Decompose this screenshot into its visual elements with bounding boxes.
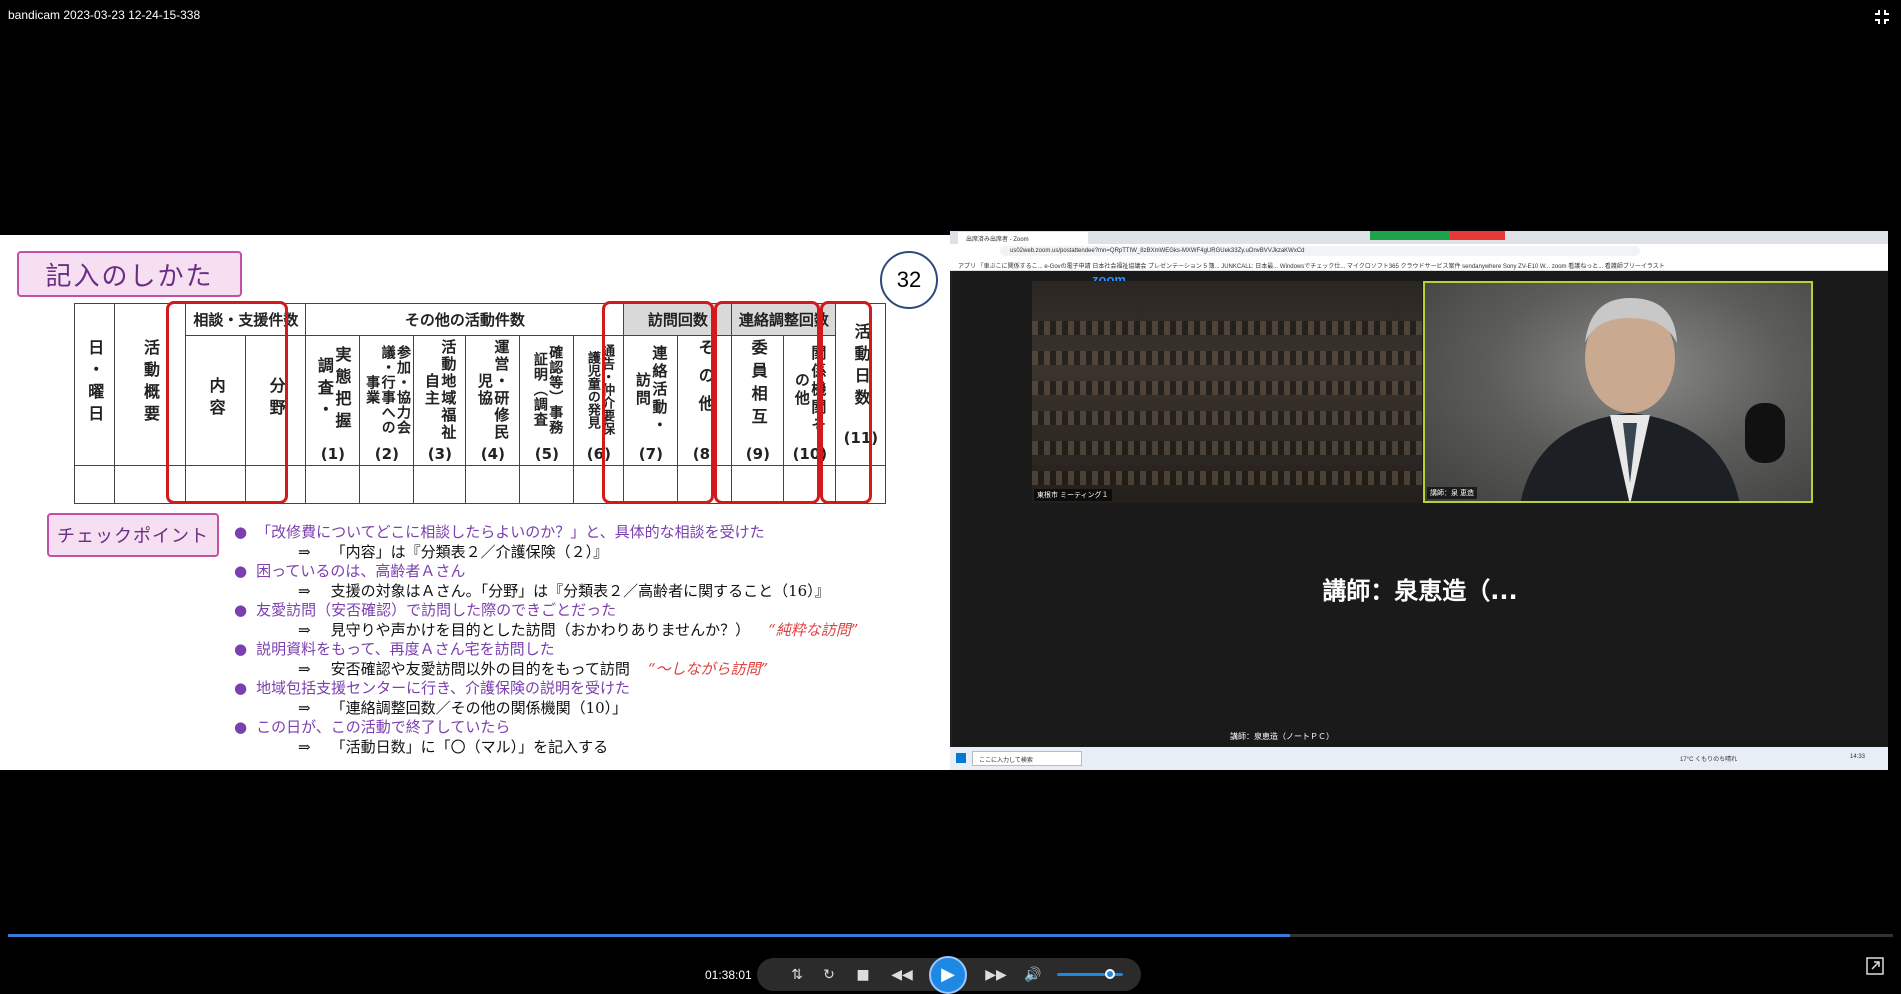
taskbar-search-input[interactable]: ここに入力して検索 [972, 751, 1082, 766]
col-5: 確認等）事務証明（調査 (5) [519, 335, 575, 466]
slide-page-number: 32 [880, 251, 938, 309]
browser-address-bar: us02web.zoom.us/postattendee?mn=QRpTTIW_… [950, 244, 1888, 258]
check-question: 地域包括支援センターに行き、介護保険の説明を受けた [234, 679, 858, 699]
seek-bar[interactable] [8, 934, 1893, 937]
check-answer: ⇒ 支援の対象はＡさん。「分野」は『分類表２／高齢者に関すること（16）』 [298, 581, 830, 600]
video-tile-label: 東根市 ミーティング１ [1034, 489, 1112, 501]
active-speaker-name: 講師：泉恵造（... [1322, 577, 1518, 605]
window-title: bandicam 2023-03-23 12-24-15-338 [8, 8, 201, 22]
highlight-visit [602, 301, 714, 504]
speaker-silhouette [1520, 298, 1785, 501]
check-question: この日が、この活動で終了していたら [234, 718, 858, 738]
checkpoint-list: 「改修費についてどこに相談したらよいのか？」と、具体的な相談を受けた ⇒「内容」… [234, 523, 858, 757]
presentation-slide: 記入のしかた 32 日・曜日 活動概要 相談・支援件数 その他の活動件数 訪問回… [0, 235, 950, 770]
check-answer: ⇒ 「連絡調整回数／その他の関係機関（10）」 [298, 698, 628, 717]
col-2: 参加・協力会議・行事への事業 (2) [359, 335, 415, 466]
browser-tab-zoom[interactable]: 出席済み出席者 - Zoom [958, 232, 1088, 244]
player-controls: ⇅ ↻ ■ ◀◀ ▶ ▶▶ 🔊 [757, 956, 1141, 994]
ab-repeat-icon[interactable]: ⇅ [787, 965, 807, 985]
volume-slider-knob[interactable] [1104, 969, 1115, 979]
check-answer: ⇒ 「内容」は『分類表２／介護保険（２）』 [298, 542, 609, 561]
volume-icon[interactable]: 🔊 [1023, 965, 1043, 985]
browser-tab-bar: 出席済み出席者 - Zoom [950, 231, 1888, 244]
windows-start-icon[interactable] [956, 753, 966, 763]
stop-share-button[interactable] [1450, 231, 1505, 240]
play-icon[interactable]: ▶ [929, 956, 967, 994]
expand-icon[interactable] [1866, 957, 1884, 975]
col-1: 実態把握調査・ (1) [305, 335, 361, 466]
taskbar-weather[interactable]: 17°C くもりのち晴れ [1680, 754, 1737, 763]
check-answer: ⇒ 安否確認や友愛訪問以外の目的をもって訪問 “～しながら訪問” [298, 659, 769, 678]
check-question: 説明資料をもって、再度Ａさん宅を訪問した [234, 640, 858, 660]
check-question: 「改修費についてどこに相談したらよいのか？」と、具体的な相談を受けた [234, 523, 858, 543]
check-question: 友愛訪問（安否確認）で訪問した際のできごとだった [234, 601, 858, 621]
highlight-days [820, 301, 872, 504]
group-other: その他の活動件数 [305, 303, 625, 336]
repeat-icon[interactable]: ↻ [819, 965, 839, 985]
windows-taskbar: ここに入力して検索 17°C くもりのち晴れ 14:33 [950, 747, 1888, 770]
seek-bar-fill [8, 934, 1290, 937]
volume-slider[interactable] [1057, 969, 1123, 979]
check-answer: ⇒ 見守りや声かけを目的とした訪問（おかわりありませんか？） “純粋な訪問” [298, 620, 859, 639]
rewind-icon[interactable]: ◀◀ [885, 965, 919, 985]
col-4: 運営・研修民児協 (4) [465, 335, 521, 466]
col-3: 活動地域福祉自主 (3) [413, 335, 467, 466]
fast-forward-icon[interactable]: ▶▶ [979, 965, 1013, 985]
playback-time: 01:38:01 [705, 968, 752, 982]
highlight-consult [166, 301, 288, 504]
highlight-liaison [714, 301, 820, 504]
active-speaker-label: 講師：泉恵造（ノートＰＣ） [1230, 732, 1334, 741]
video-tile-audience[interactable]: 東根市 ミーティング１ [1032, 281, 1422, 503]
video-tile-label: 講師：泉 恵造 [1427, 487, 1477, 499]
url-input[interactable]: us02web.zoom.us/postattendee?mn=QRpTTIW_… [1000, 246, 1640, 256]
bookmarks-bar[interactable]: アプリ 「車ぶこに関係するこ... e-Govの電子申請 日本社会福祉協議会 プ… [950, 258, 1888, 271]
slide-title: 記入のしかた [17, 251, 242, 297]
zoom-meeting-view: zoom 東根市 ミーティング１ 講師：泉 恵造 講師：泉恵造（... 講師：泉… [952, 271, 1888, 747]
video-tile-speaker[interactable]: 講師：泉 恵造 [1423, 281, 1813, 503]
check-answer: ⇒ 「活動日数」に「〇（マル）」を記入する [298, 737, 609, 756]
fullscreen-exit-icon[interactable] [1873, 8, 1891, 26]
col-date: 日・曜日 [74, 303, 115, 466]
stop-icon[interactable]: ■ [853, 965, 873, 985]
checkpoint-label: チェックポイント [47, 513, 219, 557]
check-question: 困っているのは、高齢者Ａさん [234, 562, 858, 582]
taskbar-clock[interactable]: 14:33 [1850, 754, 1865, 760]
zoom-screen-share: 出席済み出席者 - Zoom us02web.zoom.us/postatten… [950, 231, 1888, 770]
